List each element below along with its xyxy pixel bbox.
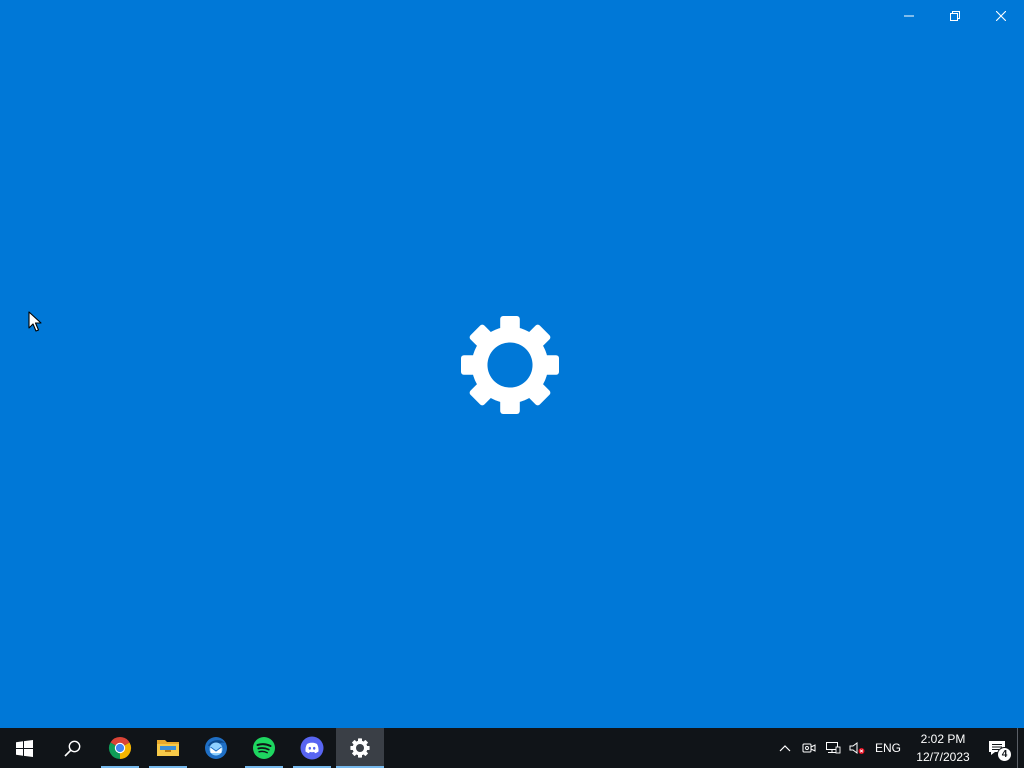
restore-icon [950, 11, 960, 21]
clock[interactable]: 2:02 PM 12/7/2023 [909, 728, 977, 768]
spotify-taskbar-button[interactable] [240, 728, 288, 768]
action-center-button[interactable]: 4 [977, 728, 1017, 768]
minimize-button[interactable] [886, 0, 932, 32]
chrome-icon [108, 737, 132, 759]
discord-icon [300, 736, 324, 760]
close-icon [996, 11, 1006, 21]
taskbar: ENG 2:02 PM 12/7/2023 4 [0, 728, 1024, 768]
meet-now-icon [802, 743, 816, 753]
search-icon [63, 740, 80, 757]
settings-splash-window [0, 0, 1024, 728]
meet-now-button[interactable] [797, 728, 821, 768]
mouse-pointer-icon [28, 311, 42, 332]
restore-button[interactable] [932, 0, 978, 32]
gear-icon [461, 316, 559, 414]
discord-taskbar-button[interactable] [288, 728, 336, 768]
search-button[interactable] [48, 728, 96, 768]
clock-time: 2:02 PM [920, 732, 966, 746]
taskbar-empty-area[interactable] [384, 728, 773, 768]
system-tray: ENG 2:02 PM 12/7/2023 4 [773, 728, 1024, 768]
spotify-icon [253, 737, 275, 759]
volume-muted-icon [849, 742, 865, 754]
folder-icon [157, 740, 179, 756]
gear-icon [350, 738, 370, 758]
language-label: ENG [874, 741, 901, 755]
thunderbird-icon [205, 737, 227, 759]
clock-date: 12/7/2023 [916, 750, 970, 764]
windows-logo-icon [15, 739, 33, 757]
settings-taskbar-button[interactable] [336, 728, 384, 768]
notification-count-badge: 4 [997, 747, 1012, 762]
input-language-indicator[interactable]: ENG [869, 728, 909, 768]
chrome-taskbar-button[interactable] [96, 728, 144, 768]
minimize-icon [904, 15, 914, 17]
chevron-up-icon [779, 745, 791, 752]
close-button[interactable] [978, 0, 1024, 32]
show-desktop-button[interactable] [1017, 728, 1024, 768]
volume-button[interactable] [845, 728, 869, 768]
network-icon [825, 742, 841, 754]
thunderbird-taskbar-button[interactable] [192, 728, 240, 768]
file-explorer-taskbar-button[interactable] [144, 728, 192, 768]
show-hidden-icons-button[interactable] [773, 728, 797, 768]
start-button[interactable] [0, 728, 48, 768]
network-button[interactable] [821, 728, 845, 768]
